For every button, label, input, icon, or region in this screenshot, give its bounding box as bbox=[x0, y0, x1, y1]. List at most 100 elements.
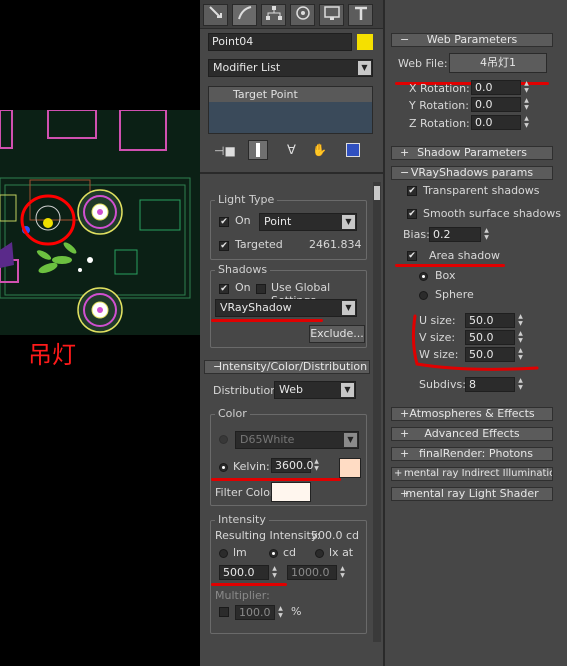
z-rotation-spinner[interactable]: 0.0 bbox=[471, 115, 521, 130]
intensity-rollout-header[interactable]: − Intensity/Color/Distribution bbox=[204, 360, 370, 374]
targeted-checkbox[interactable]: ✔ bbox=[219, 241, 229, 251]
percent-label: % bbox=[291, 605, 302, 618]
y-rotation-spinner[interactable]: 0.0 bbox=[471, 97, 521, 112]
scrollbar-thumb[interactable] bbox=[374, 186, 380, 200]
multiplier-checkbox[interactable] bbox=[219, 607, 229, 617]
filter-color-swatch[interactable] bbox=[271, 482, 311, 502]
modifier-stack[interactable]: Target Point bbox=[208, 86, 373, 134]
display-tab[interactable] bbox=[319, 4, 344, 26]
area-shadow-checkbox[interactable]: ✔ bbox=[407, 251, 417, 261]
motion-tab[interactable] bbox=[290, 4, 315, 26]
subdivs-spinner-arrows[interactable]: ▲ ▼ bbox=[516, 377, 525, 392]
shadows-title: Shadows bbox=[215, 263, 271, 276]
multiplier-spinner-arrows[interactable]: ▲ ▼ bbox=[276, 605, 285, 620]
rollout-scrollbar[interactable] bbox=[373, 182, 381, 642]
create-tab[interactable] bbox=[203, 4, 228, 26]
transparent-shadows-label: Transparent shadows bbox=[423, 184, 540, 197]
configure-sets-icon[interactable] bbox=[346, 143, 360, 157]
multiplier-label: Multiplier: bbox=[215, 589, 270, 602]
advanced-effects-header[interactable]: + Advanced Effects bbox=[391, 427, 553, 441]
intensity-spinner[interactable]: 500.0 bbox=[219, 565, 269, 580]
smooth-surface-checkbox[interactable]: ✔ bbox=[407, 209, 417, 219]
kelvin-spinner-arrows[interactable]: ▲ ▼ bbox=[312, 458, 321, 473]
web-parameters-header[interactable]: − Web Parameters bbox=[391, 33, 553, 47]
light-on-checkbox[interactable]: ✔ bbox=[219, 217, 229, 227]
atmospheres-effects-header[interactable]: + Atmospheres & Effects bbox=[391, 407, 553, 421]
rollout-title: mental ray Light Shader bbox=[405, 487, 539, 500]
box-label: Box bbox=[435, 269, 456, 282]
viewport[interactable]: 吊灯 bbox=[0, 0, 200, 666]
light-type-dropdown[interactable]: Point ▼ bbox=[259, 213, 357, 231]
kelvin-radio[interactable] bbox=[219, 463, 228, 472]
mental-ray-light-shader-header[interactable]: + mental ray Light Shader bbox=[391, 487, 553, 501]
intensity-spinner-arrows[interactable]: ▲ ▼ bbox=[270, 565, 279, 580]
viewport-scene[interactable] bbox=[0, 109, 200, 335]
hierarchy-tab[interactable] bbox=[261, 4, 286, 26]
z-rotation-spinner-arrows[interactable]: ▲ ▼ bbox=[522, 115, 531, 130]
lm-radio[interactable] bbox=[219, 549, 228, 558]
bias-spinner[interactable]: 0.2 bbox=[429, 227, 481, 242]
rollout-title: Advanced Effects bbox=[424, 427, 520, 440]
lm-label: lm bbox=[233, 546, 247, 559]
multiplier-spinner[interactable]: 100.0 bbox=[235, 605, 275, 620]
remove-modifier-icon[interactable]: ✋ bbox=[312, 143, 327, 157]
preset-radio[interactable] bbox=[219, 435, 228, 444]
shadows-on-checkbox[interactable]: ✔ bbox=[219, 284, 229, 294]
x-rotation-spinner-arrows[interactable]: ▲ ▼ bbox=[522, 80, 531, 95]
utilities-tab[interactable] bbox=[348, 4, 373, 26]
annotation-underline bbox=[211, 583, 287, 586]
pin-stack-icon[interactable]: ⊣■ bbox=[214, 144, 236, 158]
kelvin-spinner[interactable]: 3600.0 bbox=[271, 458, 314, 473]
shadow-type-dropdown[interactable]: VRayShadow ▼ bbox=[215, 299, 357, 317]
y-rotation-label: Y Rotation: bbox=[409, 99, 469, 112]
chevron-down-icon[interactable]: ▼ bbox=[358, 61, 371, 75]
bias-spinner-arrows[interactable]: ▲ ▼ bbox=[482, 227, 491, 242]
intensity-title: Intensity bbox=[215, 513, 269, 526]
lx-label: lx at bbox=[329, 546, 354, 559]
light-type-group: Light Type ✔ On Point ▼ ✔ Targeted 2461.… bbox=[210, 193, 367, 260]
y-rotation-spinner-arrows[interactable]: ▲ ▼ bbox=[522, 97, 531, 112]
transparent-shadows-checkbox[interactable]: ✔ bbox=[407, 186, 417, 196]
color-preset-dropdown[interactable]: D65White ▼ bbox=[235, 431, 359, 449]
chevron-down-icon[interactable]: ▼ bbox=[342, 301, 355, 315]
web-file-label: Web File: bbox=[398, 57, 448, 70]
web-file-button[interactable]: 4吊灯1 bbox=[449, 53, 547, 73]
distribution-dropdown[interactable]: Web ▼ bbox=[274, 381, 356, 399]
chevron-down-icon[interactable]: ▼ bbox=[342, 215, 355, 229]
target-distance-value: 2461.834 bbox=[309, 238, 362, 251]
area-shadow-label: Area shadow bbox=[429, 249, 500, 262]
kelvin-color-swatch[interactable] bbox=[339, 458, 361, 478]
subdivs-spinner[interactable]: 8 bbox=[465, 377, 515, 392]
lx-radio[interactable] bbox=[315, 549, 324, 558]
make-unique-icon[interactable]: ∀ bbox=[287, 143, 296, 158]
chevron-down-icon[interactable]: ▼ bbox=[341, 383, 354, 397]
shadow-parameters-header[interactable]: + Shadow Parameters bbox=[391, 146, 553, 160]
box-radio[interactable] bbox=[419, 272, 428, 281]
modify-tab[interactable] bbox=[232, 4, 257, 26]
chevron-down-icon[interactable]: ▼ bbox=[344, 433, 357, 447]
mental-ray-indirect-header[interactable]: + mental ray Indirect Illumination bbox=[391, 467, 553, 481]
object-name-field[interactable]: Point04 bbox=[208, 33, 352, 51]
show-end-result-icon bbox=[256, 143, 260, 157]
motion-icon bbox=[295, 6, 310, 20]
use-global-settings-checkbox[interactable] bbox=[256, 284, 266, 294]
annotation-underline bbox=[395, 264, 505, 267]
cd-radio[interactable] bbox=[269, 549, 278, 558]
sphere-radio[interactable] bbox=[419, 291, 428, 300]
distribution-label: Distribution: bbox=[213, 384, 281, 397]
lx-distance-spinner[interactable]: 1000.0 bbox=[287, 565, 337, 580]
command-panel: Point04 Modifier List ▼ Target Point ⊣■ … bbox=[200, 0, 383, 666]
show-end-result-button[interactable] bbox=[248, 140, 268, 160]
modify-icon bbox=[237, 6, 251, 20]
lx-distance-spinner-arrows[interactable]: ▲ ▼ bbox=[338, 565, 347, 580]
exclude-button[interactable]: Exclude... bbox=[309, 325, 365, 343]
modifier-list-dropdown[interactable]: Modifier List ▼ bbox=[208, 59, 373, 77]
vray-shadows-header[interactable]: − VRayShadows params bbox=[391, 166, 553, 180]
stack-item[interactable]: Target Point bbox=[209, 87, 372, 102]
x-rotation-spinner[interactable]: 0.0 bbox=[471, 80, 521, 95]
object-color-swatch[interactable] bbox=[357, 34, 373, 50]
shadow-type-value: VRayShadow bbox=[220, 301, 292, 314]
filter-color-label: Filter Color: bbox=[215, 486, 278, 499]
finalrender-photons-header[interactable]: + finalRender: Photons bbox=[391, 447, 553, 461]
scene-render bbox=[0, 109, 200, 335]
